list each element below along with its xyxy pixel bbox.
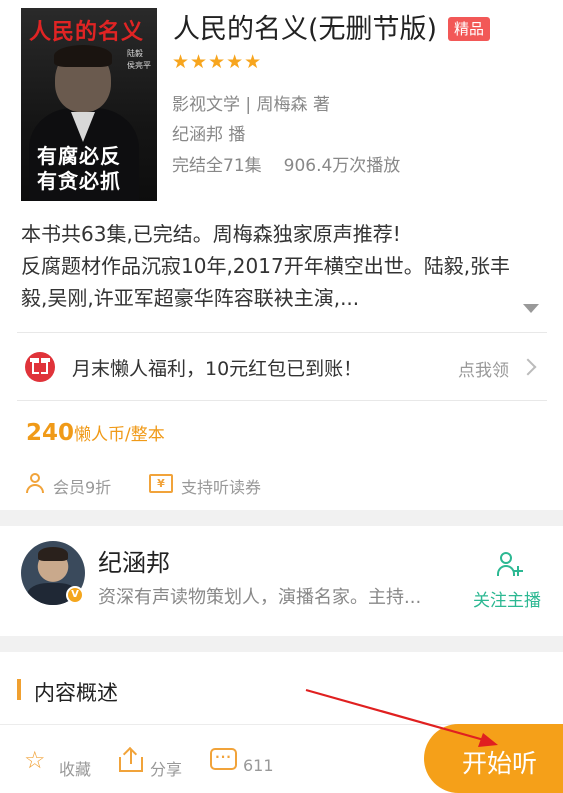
price-unit: 懒人币/整本: [74, 425, 165, 445]
section-separator: [0, 636, 563, 652]
premium-badge: 精品: [448, 17, 491, 41]
anchor-name[interactable]: 纪涵邦: [98, 543, 170, 578]
book-narrator[interactable]: 纪涵邦 播: [172, 120, 245, 145]
rating-stars: ★★★★★: [172, 51, 263, 73]
episode-status: 完结全71集: [172, 156, 262, 176]
price: 240懒人币/整本: [26, 420, 165, 446]
play-count: 906.4万次播放: [283, 156, 401, 176]
anchor-card[interactable]: [0, 526, 563, 636]
book-cover[interactable]: 人民的名义 陆毅 侯亮平 有腐必反 有贪必抓: [21, 8, 157, 201]
favorite-button[interactable]: 收藏: [59, 756, 91, 780]
cover-title: 人民的名义: [29, 19, 145, 45]
cover-slogan-line2: 有贪必抓: [37, 169, 121, 193]
cover-slogan: 有腐必反 有贪必抓: [37, 144, 121, 194]
share-button[interactable]: 分享: [150, 756, 182, 780]
member-discount: 会员9折: [53, 478, 112, 497]
cover-role-name: 侯亮平: [127, 61, 151, 70]
gift-icon: [25, 352, 55, 382]
book-stats: 完结全71集 906.4万次播放: [172, 151, 400, 176]
section-title: 内容概述: [34, 681, 118, 705]
divider: [17, 332, 547, 333]
start-listening-label: 开始听: [462, 749, 538, 778]
divider: [17, 400, 547, 401]
book-description: 本书共63集,已完结。周梅森独家原声推荐! 反腐题材作品沉寂10年,2017开年…: [21, 222, 511, 310]
anchor-bio: 资深有声读物策划人，演播名家。主持...: [98, 587, 422, 608]
voucher-support: 支持听读券: [181, 478, 262, 497]
start-listening-button[interactable]: 开始听: [424, 724, 563, 793]
book-title: 人民的名义(无删节版): [173, 14, 438, 45]
follow-user-icon[interactable]: [497, 552, 523, 578]
promo-text[interactable]: 月末懒人福利，10元红包已到账！: [72, 354, 362, 381]
comment-icon[interactable]: ···: [210, 748, 237, 770]
book-category-author[interactable]: 影视文学 | 周梅森 著: [172, 90, 330, 115]
cover-credits: 陆毅 侯亮平: [127, 48, 157, 72]
ticket-icon: ¥: [149, 474, 173, 493]
cover-slogan-line1: 有腐必反: [37, 144, 121, 168]
verified-badge: V: [66, 586, 84, 604]
section-separator: [0, 510, 563, 526]
comment-count[interactable]: 611: [243, 756, 274, 775]
section-accent-bar: [17, 679, 21, 700]
star-icon[interactable]: ☆: [24, 748, 46, 772]
price-amount: 240: [26, 420, 75, 446]
cover-figure-hair: [54, 45, 112, 67]
user-icon: [26, 473, 44, 493]
expand-arrow-icon[interactable]: [523, 304, 539, 313]
promo-claim-link[interactable]: 点我领: [458, 356, 509, 381]
share-icon[interactable]: [119, 746, 143, 772]
follow-anchor-button[interactable]: 关注主播: [473, 586, 541, 611]
cover-actor-name: 陆毅: [127, 49, 143, 58]
